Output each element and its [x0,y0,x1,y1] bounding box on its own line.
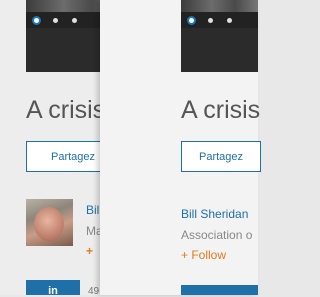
carousel-dot-2[interactable] [208,17,213,23]
share-button[interactable]: Partagez [181,141,261,172]
share-count: 49 [88,286,100,297]
foreground-card: A crisis Partagez Bill Sheridan Associat… [100,0,261,295]
carousel-dot-1[interactable] [189,17,194,23]
hero-photo [181,0,258,12]
article-headline[interactable]: A crisis [26,96,105,125]
carousel-dot-1[interactable] [34,17,39,23]
hero-dark-area [181,28,258,72]
article-headline[interactable]: A crisis [181,96,260,125]
linkedin-icon: in [48,285,58,297]
carousel-dot-3[interactable] [227,17,232,23]
avatar-face [34,207,64,241]
carousel-dots [181,12,258,28]
hero-image [181,0,258,72]
author-avatar[interactable] [26,199,73,246]
author-name[interactable]: Bill Sheridan [181,207,248,221]
follow-button[interactable]: + Follow [181,248,226,262]
carousel-dot-2[interactable] [53,17,58,23]
author-organization: Association o [181,228,253,242]
carousel-dot-3[interactable] [72,17,77,23]
linkedin-share-button[interactable] [181,285,258,295]
follow-plus-icon[interactable]: + [86,244,93,258]
linkedin-share-button[interactable]: in [26,280,80,297]
